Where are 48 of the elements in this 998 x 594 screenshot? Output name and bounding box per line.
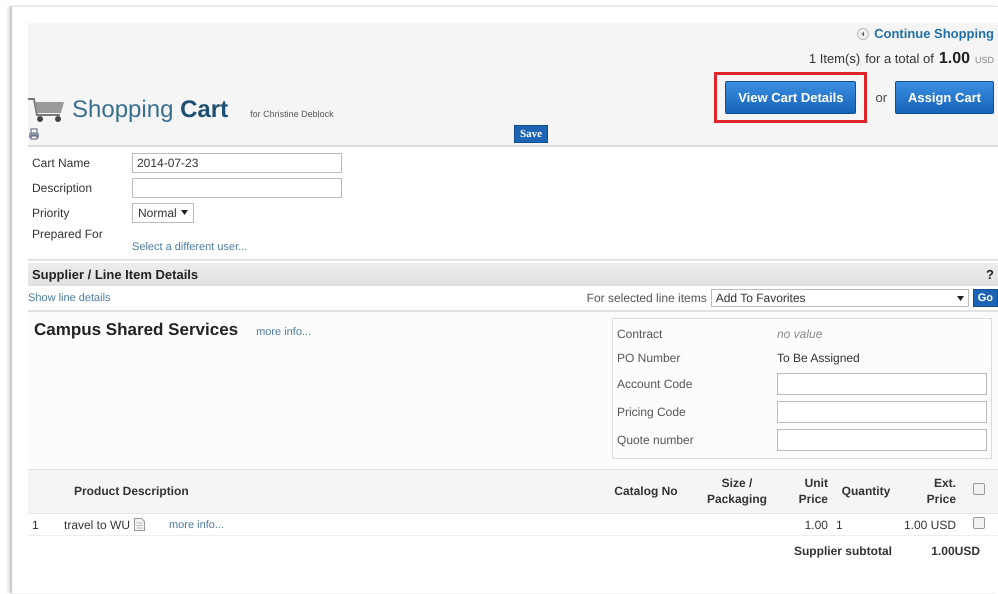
detail-value: To Be Assigned [777, 351, 860, 365]
continue-shopping-link[interactable]: Continue Shopping [857, 26, 994, 41]
column-header: Catalog No [604, 470, 688, 514]
select-user-link[interactable]: Select a different user... [132, 241, 248, 253]
detail-label: Contract [617, 327, 664, 341]
or-text: or [875, 90, 888, 105]
column-header: Ext. Price [900, 470, 960, 514]
priority-dropdown[interactable]: Normal [132, 202, 194, 222]
help-link[interactable]: ? [986, 267, 994, 282]
section-title: Supplier / Line Item Details [32, 267, 198, 282]
view-cart-details-button[interactable]: View Cart Details [725, 81, 856, 114]
dropdown-value: Add To Favorites [716, 291, 806, 305]
save-button[interactable]: Save [514, 125, 548, 143]
total-amount: 1.00 [938, 50, 970, 68]
page-title: Shopping Cart [72, 97, 228, 123]
quantity: 1 [832, 514, 900, 536]
product-description: travel to WU [64, 518, 130, 532]
item-count: 1 Item(s) [808, 51, 860, 66]
text-field[interactable]: 2014-07-23 [132, 152, 342, 172]
supplier-name: Campus Shared Services [34, 320, 238, 340]
row-number: 1 [28, 514, 60, 536]
detail-label: Quote number [617, 433, 695, 447]
extended-price: 1.00 USD [900, 514, 960, 536]
total-label: for a total of [865, 51, 934, 66]
field-label: Cart Name [32, 156, 92, 170]
field-label: Priority [32, 206, 70, 220]
cart-owner: for Christine Deblock [250, 109, 334, 121]
currency-label: USD [974, 55, 994, 65]
more-info-link[interactable]: more info... [256, 326, 312, 338]
detail-label: PO Number [617, 351, 682, 365]
action-label: For selected line items [586, 291, 707, 305]
detail-label: Account Code [617, 377, 694, 391]
action-dropdown[interactable]: Add To Favorites [710, 289, 969, 307]
detail-label: Pricing Code [617, 405, 687, 419]
go-button[interactable]: Go [972, 289, 998, 307]
field-label: Prepared For [32, 226, 104, 241]
detail-value: no value [777, 327, 822, 341]
assign-cart-button[interactable]: Assign Cart [895, 81, 994, 114]
unit-price: 1.00 [786, 514, 832, 536]
show-line-details-link[interactable]: Show line details [28, 292, 111, 304]
more-info-link[interactable]: more info... [169, 518, 224, 531]
column-header: Product Description [60, 470, 604, 514]
subtotal-value: 1.00USD [900, 536, 998, 566]
field-label: Description [32, 180, 94, 194]
column-header: Unit Price [786, 470, 832, 514]
subtotal-label: Supplier subtotal [786, 536, 900, 566]
column-header: Size / Packaging [688, 470, 786, 514]
column-header: Quantity [832, 470, 900, 514]
